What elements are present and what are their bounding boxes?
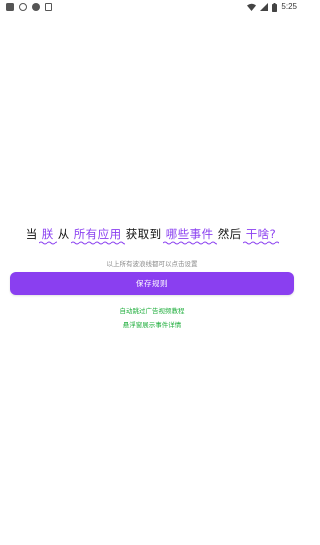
rule-events-picker[interactable]: 哪些事件: [162, 226, 217, 245]
tutorial-link[interactable]: 自动跳过广告视频教程: [0, 305, 304, 315]
rule-subject-picker[interactable]: 朕: [38, 226, 57, 245]
a-box-icon: [45, 3, 52, 11]
rule-word-when: 当: [25, 227, 38, 241]
save-rule-button[interactable]: 保存规则: [10, 272, 294, 295]
floating-window-link[interactable]: 悬浮窗展示事件详情: [0, 319, 304, 329]
rule-word-from: 从: [57, 227, 70, 241]
status-time: 5:25: [281, 2, 297, 11]
rule-sentence: 当 朕 从 所有应用 获取到 哪些事件 然后 干啥?: [0, 226, 304, 245]
signal-icon: [260, 3, 269, 11]
rule-word-then: 然后: [217, 227, 242, 241]
circle-dot-icon: [32, 3, 40, 11]
status-bar-notification-icons: [6, 3, 52, 11]
rule-action-picker[interactable]: 干啥?: [242, 226, 280, 245]
rule-apps-picker[interactable]: 所有应用: [70, 226, 125, 245]
app-square-icon: [6, 3, 14, 11]
status-bar-system-icons: 5:25: [247, 2, 297, 12]
rule-word-get: 获取到: [125, 227, 162, 241]
battery-icon: [272, 2, 278, 12]
wifi-icon: [247, 3, 257, 11]
status-bar: 5:25: [0, 0, 304, 14]
sync-ring-icon: [19, 3, 27, 11]
rule-hint-text: 以上所有波浪线都可以点击设置: [106, 260, 198, 268]
